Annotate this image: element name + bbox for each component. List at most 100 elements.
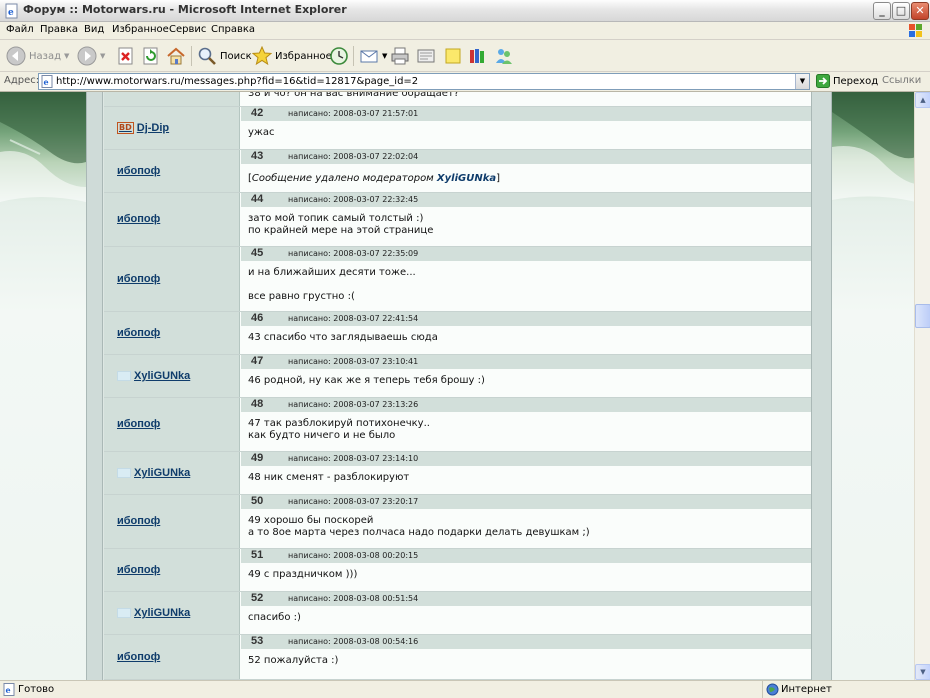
post-author-cell: XyliGUNka xyxy=(104,592,240,634)
vertical-scrollbar[interactable]: ▲ ▼ xyxy=(914,92,930,680)
post-author-name: Dj-Dip xyxy=(136,122,170,134)
post-author-link[interactable]: BD Dj-Dip xyxy=(117,122,169,134)
post-number[interactable]: 45 xyxy=(251,247,263,259)
left-content-frame xyxy=(86,92,103,680)
post-number[interactable]: 46 xyxy=(251,312,263,324)
forum-post: XyliGUNka 47 написано: 2008-03-07 23:10:41… xyxy=(104,355,811,398)
post-number[interactable]: 43 xyxy=(251,150,263,162)
post-number[interactable]: 50 xyxy=(251,495,263,507)
window-title: Форум :: Motorwars.ru - Microsoft Intern… xyxy=(23,3,347,16)
moderation-notice: Сообщение удалено модератором xyxy=(251,173,437,184)
post-author-cell: ибопоф xyxy=(104,495,240,548)
post-author-link[interactable]: XyliGUNka xyxy=(117,370,190,382)
favorites-button[interactable]: Избранное xyxy=(252,45,332,67)
home-button[interactable] xyxy=(166,45,186,67)
scroll-thumb[interactable] xyxy=(915,304,930,328)
post-author-link[interactable]: XyliGUNka xyxy=(117,467,190,479)
user-avatar xyxy=(117,608,131,618)
go-label: Переход xyxy=(833,75,879,87)
post-text-line xyxy=(248,279,416,291)
post-number[interactable]: 42 xyxy=(251,107,263,119)
post-number[interactable]: 51 xyxy=(251,549,263,561)
post-author-link[interactable]: ибопоф xyxy=(117,213,160,225)
forum-post: ибопоф 44 написано: 2008-03-07 22:32:45 зат… xyxy=(104,193,811,247)
back-dropdown-icon[interactable]: ▼ xyxy=(64,52,69,60)
moderator-name[interactable]: XyliGUNka xyxy=(437,173,496,184)
home-icon xyxy=(167,47,185,65)
minimize-button[interactable]: _ xyxy=(873,2,891,20)
research-button[interactable] xyxy=(467,45,487,67)
close-button[interactable]: ✕ xyxy=(911,2,929,20)
history-button[interactable] xyxy=(329,45,349,67)
post-date: написано: 2008-03-08 00:54:16 xyxy=(288,637,419,646)
post-author-link[interactable]: ибопоф xyxy=(117,651,160,663)
mail-button[interactable]: ▼ xyxy=(359,45,387,67)
post-number[interactable]: 44 xyxy=(251,193,263,205)
scroll-down-button[interactable]: ▼ xyxy=(915,664,930,680)
back-label: Назад xyxy=(29,50,62,62)
ie-page-icon: e xyxy=(5,3,18,19)
post-body: ужас xyxy=(248,127,275,139)
post-author-name: ибопоф xyxy=(117,651,161,663)
address-input[interactable]: e http://www.motorwars.ru/messages.php?f… xyxy=(38,73,810,90)
go-button[interactable]: Переход xyxy=(816,74,878,88)
links-label[interactable]: Ссылки xyxy=(882,75,921,86)
mail-icon xyxy=(360,50,378,63)
page-viewport: 38 и чо? он на вас внимание обращает? BD… xyxy=(0,92,930,680)
post-author-link[interactable]: ибопоф xyxy=(117,327,160,339)
messenger-button[interactable] xyxy=(494,45,514,67)
post-text-line: спасибо :) xyxy=(248,612,301,623)
post-header: 43 написано: 2008-03-07 22:02:04 xyxy=(241,150,811,164)
post-body: [Сообщение удалено модератором XyliGUNka… xyxy=(248,173,500,185)
back-button[interactable]: Назад ▼ xyxy=(6,45,69,67)
post-text-line: по крайней мере на этой странице xyxy=(248,225,434,236)
post-number[interactable]: 47 xyxy=(251,355,263,367)
forward-dropdown-icon[interactable]: ▼ xyxy=(100,52,105,60)
address-dropdown-icon[interactable]: ▼ xyxy=(795,74,809,89)
go-arrow-icon xyxy=(816,74,830,88)
post-author-name: XyliGUNka xyxy=(134,467,191,479)
post-number[interactable]: 49 xyxy=(251,452,263,464)
security-zone-label: Интернет xyxy=(781,684,832,695)
post-body: спасибо :) xyxy=(248,612,301,624)
edit-button[interactable] xyxy=(416,45,436,67)
forward-button[interactable]: ▼ xyxy=(77,45,105,67)
post-author-cell: XyliGUNka xyxy=(104,355,240,397)
scroll-up-button[interactable]: ▲ xyxy=(915,92,930,108)
post-author-link[interactable]: ибопоф xyxy=(117,418,160,430)
post-number[interactable]: 53 xyxy=(251,635,263,647)
search-button[interactable]: Поиск xyxy=(197,45,252,67)
post-author-link[interactable]: ибопоф xyxy=(117,564,160,576)
address-label: Адрес: xyxy=(4,75,40,86)
post-author-cell: BD Dj-Dip xyxy=(104,107,240,149)
post-number[interactable]: 48 xyxy=(251,398,263,410)
post-author-link[interactable]: ибопоф xyxy=(117,273,160,285)
post-text-line: все равно грустно :( xyxy=(248,291,355,302)
stop-button[interactable] xyxy=(117,45,135,67)
post-author-link[interactable]: XyliGUNka xyxy=(117,607,190,619)
post-author-link[interactable]: ибопоф xyxy=(117,165,160,177)
refresh-button[interactable] xyxy=(142,45,160,67)
maximize-button[interactable]: □ xyxy=(892,2,910,20)
menu-tools[interactable]: Сервис xyxy=(169,24,206,35)
menu-edit[interactable]: Правка xyxy=(40,24,78,35)
post-date: написано: 2008-03-07 22:02:04 xyxy=(288,152,419,161)
address-bar: Адрес: e http://www.motorwars.ru/message… xyxy=(0,72,930,92)
post-text-line: 47 так разблокируй потихонечку.. xyxy=(248,418,430,429)
menu-favorites[interactable]: Избранное xyxy=(112,24,169,35)
post-author-link[interactable]: ибопоф xyxy=(117,515,160,527)
post-number[interactable]: 52 xyxy=(251,592,263,604)
menu-file[interactable]: Файл xyxy=(6,24,34,35)
status-text: Готово xyxy=(18,684,55,695)
internet-globe-icon xyxy=(766,683,779,696)
menu-view[interactable]: Вид xyxy=(84,24,104,35)
forum-post: ибопоф 50 написано: 2008-03-07 23:20:17 49 … xyxy=(104,495,811,549)
post-author-cell: ибопоф xyxy=(104,150,240,192)
menu-help[interactable]: Справка xyxy=(211,24,255,35)
mail-dropdown-icon[interactable]: ▼ xyxy=(382,52,387,60)
discuss-button[interactable] xyxy=(443,45,463,67)
search-icon xyxy=(198,47,216,65)
post-author-name: ибопоф xyxy=(117,418,161,430)
post-header: 42 написано: 2008-03-07 21:57:01 xyxy=(241,107,811,121)
print-button[interactable] xyxy=(390,45,410,67)
